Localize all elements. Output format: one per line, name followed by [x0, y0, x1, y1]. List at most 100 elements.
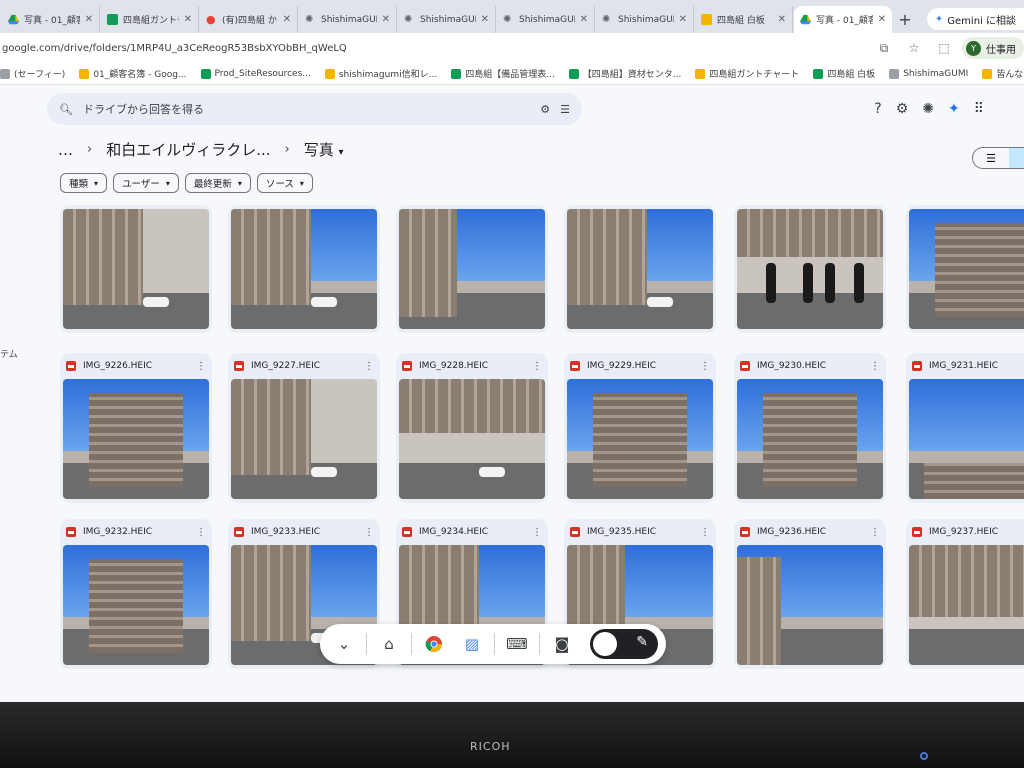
whiteboard-icon[interactable]: ▨	[456, 628, 488, 660]
close-icon[interactable]: ✕	[778, 14, 786, 25]
breadcrumb-more[interactable]: …	[58, 141, 73, 159]
file-thumbnail[interactable]	[63, 545, 209, 665]
close-icon[interactable]: ✕	[184, 14, 192, 25]
bookmark-item[interactable]: Prod_SiteResources...	[200, 68, 311, 79]
file-thumbnail[interactable]	[399, 379, 545, 499]
keyboard-icon[interactable]: ⌨	[501, 628, 533, 660]
file-thumbnail[interactable]	[909, 379, 1024, 499]
extensions-icon[interactable]: ⬚	[934, 41, 954, 55]
more-vert-icon[interactable]: ⋮	[700, 361, 710, 372]
close-icon[interactable]: ✕	[283, 14, 291, 25]
search-input[interactable]: ドライブから回答を得る	[83, 101, 204, 117]
more-vert-icon[interactable]: ⋮	[196, 361, 206, 372]
more-vert-icon[interactable]: ⋮	[700, 527, 710, 538]
filter-chip[interactable]: 種類 ▾	[60, 173, 108, 193]
file-thumbnail[interactable]	[231, 379, 377, 499]
bookmark-item[interactable]: 四島組ガントチャート	[695, 67, 799, 80]
breadcrumb-parent[interactable]: 和白エイルヴィラクレ...	[106, 139, 270, 160]
gemini-sparkle-icon[interactable]: ✦	[948, 101, 960, 117]
new-tab-button[interactable]: +	[893, 6, 917, 33]
file-card[interactable]: IMG_9227.HEIC ⋮	[228, 353, 380, 503]
tab-shishima-4[interactable]: ✺ ShishimaGUMI ✕	[596, 6, 694, 33]
chevron-down-icon[interactable]: ⌄	[328, 628, 360, 660]
more-vert-icon[interactable]: ⋮	[870, 361, 880, 372]
file-card[interactable]: IMG_9229.HEIC ⋮	[564, 353, 716, 503]
file-thumbnail[interactable]	[909, 545, 1024, 665]
grid-view-icon[interactable]	[1009, 148, 1024, 168]
bookmark-item[interactable]: 【四島組】資材センタ...	[568, 67, 681, 80]
file-card[interactable]: IMG_9228.HEIC ⋮	[396, 353, 548, 503]
bookmark-item[interactable]: 四島組 白板	[813, 67, 875, 80]
file-thumbnail[interactable]	[909, 209, 1024, 329]
file-thumbnail[interactable]	[231, 209, 377, 329]
gemini-button[interactable]: ✦ Gemini に相談	[926, 8, 1024, 30]
more-vert-icon[interactable]: ⋮	[364, 361, 374, 372]
apps-grid-icon[interactable]: ⠿	[974, 101, 984, 117]
more-vert-icon[interactable]: ⋮	[364, 527, 374, 538]
close-icon[interactable]: ✕	[481, 14, 489, 25]
close-icon[interactable]: ✕	[85, 14, 93, 25]
file-card[interactable]	[60, 205, 212, 333]
file-card[interactable]	[228, 205, 380, 333]
camera-icon[interactable]: ◙	[546, 628, 578, 660]
more-vert-icon[interactable]: ⋮	[532, 361, 542, 372]
close-icon[interactable]: ✕	[382, 14, 390, 25]
tab-gantt[interactable]: 四島組ガントチャ ✕	[101, 6, 199, 33]
bookmark-item[interactable]: 皆んなのGメール - Go...	[982, 67, 1024, 80]
file-thumbnail[interactable]	[737, 209, 883, 329]
drive-search-bar[interactable]: 🔍︎ ドライブから回答を得る ⚙ ☰	[47, 93, 582, 125]
file-card[interactable]	[734, 205, 886, 333]
file-card[interactable]: IMG_9237.HEIC⋮	[906, 519, 1024, 669]
filter-chip[interactable]: 最終更新 ▾	[184, 173, 251, 193]
file-thumbnail[interactable]	[567, 379, 713, 499]
file-thumbnail[interactable]	[63, 379, 209, 499]
file-card[interactable]	[906, 205, 1024, 333]
file-card[interactable]: IMG_9232.HEIC ⋮	[60, 519, 212, 669]
home-icon[interactable]: ⌂	[373, 628, 405, 660]
breadcrumb-current[interactable]: 写真 ▾	[304, 139, 344, 160]
bookmark-item[interactable]: shishimagumi信和レ...	[324, 67, 437, 80]
filter-sliders-icon[interactable]: ☰	[560, 103, 570, 116]
filter-chip[interactable]: ソース ▾	[256, 173, 313, 193]
close-icon[interactable]: ✕	[878, 14, 886, 25]
settings-gear-icon[interactable]: ⚙	[896, 101, 909, 117]
file-card[interactable]	[396, 205, 548, 333]
file-thumbnail[interactable]	[737, 379, 883, 499]
file-thumbnail[interactable]	[399, 209, 545, 329]
file-thumbnail[interactable]	[737, 545, 883, 665]
tab-photos-1[interactable]: 写真 - 01_顧客 ✕	[2, 6, 100, 33]
ai-assist-icon[interactable]: ✺	[922, 101, 934, 117]
chrome-icon[interactable]	[418, 628, 450, 660]
file-card[interactable]: IMG_9236.HEIC ⋮	[734, 519, 886, 669]
help-icon[interactable]: ?	[874, 101, 881, 117]
bookmark-item[interactable]: 01_顧客名簿 - Goog...	[79, 67, 187, 80]
profile-button[interactable]: Y 仕事用	[962, 37, 1024, 59]
more-vert-icon[interactable]: ⋮	[870, 527, 880, 538]
tab-photos-active[interactable]: 写真 - 01_顧客 ✕	[794, 6, 892, 33]
filter-chip[interactable]: ユーザー ▾	[113, 173, 179, 193]
url-field[interactable]: google.com/drive/folders/1MRP4U_a3CeReog…	[0, 43, 864, 54]
file-card[interactable]: IMG_9230.HEIC ⋮	[734, 353, 886, 503]
sidebar-fragment[interactable]: テム	[0, 347, 18, 360]
bookmark-item[interactable]: ShishimaGUMI	[889, 68, 968, 79]
more-vert-icon[interactable]: ⋮	[196, 527, 206, 538]
file-card[interactable]: IMG_9226.HEIC ⋮	[60, 353, 212, 503]
tab-shishima-1[interactable]: ✺ ShishimaGUMI ✕	[299, 6, 397, 33]
file-card[interactable]	[564, 205, 716, 333]
close-icon[interactable]: ✕	[580, 14, 588, 25]
pen-mode-toggle[interactable]: ✎	[590, 629, 658, 659]
file-thumbnail[interactable]	[63, 209, 209, 329]
close-icon[interactable]: ✕	[679, 14, 687, 25]
list-view-icon[interactable]: ☰	[973, 148, 1009, 168]
bookmark-item[interactable]: 四島組【備品管理表...	[451, 67, 555, 80]
file-card[interactable]: IMG_9231.HEIC⋮	[906, 353, 1024, 503]
file-thumbnail[interactable]	[567, 209, 713, 329]
search-options-icon[interactable]: ⚙	[540, 103, 550, 116]
more-vert-icon[interactable]: ⋮	[532, 527, 542, 538]
bookmark-star-icon[interactable]: ☆	[904, 41, 924, 55]
tab-whiteboard[interactable]: 四島組 白板 ✕	[695, 6, 793, 33]
tab-shishima-2[interactable]: ✺ ShishimaGUMI ✕	[398, 6, 496, 33]
tab-maps[interactable]: ● (有)四島組 から 3 ✕	[200, 6, 298, 33]
bookmark-item[interactable]: (セーフィー)	[0, 67, 65, 80]
tab-shishima-3[interactable]: ✺ ShishimaGUMI ✕	[497, 6, 595, 33]
